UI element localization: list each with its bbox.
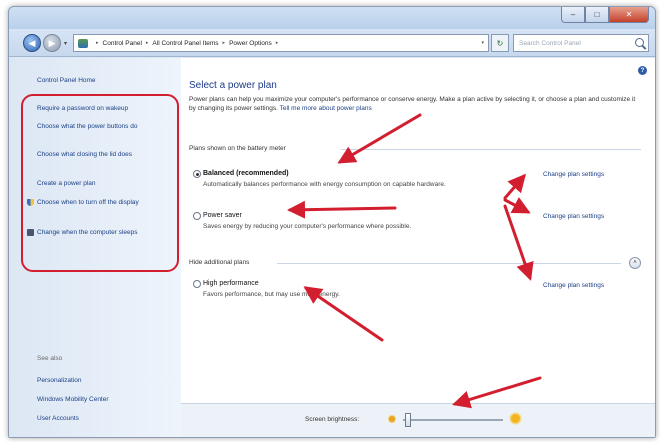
forward-button[interactable]: ▶ (43, 34, 61, 52)
close-button[interactable]: ✕ (609, 7, 649, 23)
see-also-mobility-center[interactable]: Windows Mobility Center (37, 395, 169, 404)
dim-brightness-icon (389, 416, 395, 422)
search-input[interactable]: Search Control Panel (513, 34, 649, 52)
power-options-window: – □ ✕ ◀ ▶ ▾ ▸ Control Panel ▸ All Contro… (8, 6, 656, 438)
battery-meter-section-heading: Plans shown on the battery meter (189, 145, 286, 152)
breadcrumb-separator: ▸ (275, 40, 279, 46)
annotation-highlight-box (21, 94, 179, 272)
control-panel-home-link[interactable]: Control Panel Home (37, 76, 169, 85)
brightness-slider-thumb[interactable] (405, 413, 411, 427)
plan-power-saver-radio[interactable] (193, 212, 201, 220)
breadcrumb-power-options[interactable]: Power Options (229, 40, 272, 47)
breadcrumb-separator: ▸ (222, 40, 226, 46)
plan-power-saver-name: Power saver (203, 212, 242, 219)
collapse-additional-plans-button[interactable]: ˄ (629, 257, 641, 269)
page-title: Select a power plan (189, 80, 277, 91)
recent-pages-dropdown[interactable]: ▾ (64, 40, 67, 47)
see-also-user-accounts[interactable]: User Accounts (37, 414, 169, 423)
screen-brightness-label: Screen brightness: (305, 416, 360, 423)
title-bar: – □ ✕ (9, 7, 655, 29)
address-bar[interactable]: ▸ Control Panel ▸ All Control Panel Item… (73, 34, 489, 52)
breadcrumb-control-panel[interactable]: Control Panel (103, 40, 142, 47)
intro-text: Power plans can help you maximize your c… (189, 95, 641, 113)
plan-high-performance[interactable]: High performance Favors performance, but… (193, 280, 340, 298)
plan-power-saver[interactable]: Power saver Saves energy by reducing you… (193, 212, 412, 230)
plan-power-saver-desc: Saves energy by reducing your computer's… (203, 223, 412, 230)
refresh-button[interactable]: ↻ (491, 34, 509, 52)
plan-high-performance-radio[interactable] (193, 280, 201, 288)
brightness-slider-track[interactable] (403, 419, 503, 421)
task-pane: Control Panel Home Require a password on… (9, 58, 181, 437)
address-row: ◀ ▶ ▾ ▸ Control Panel ▸ All Control Pane… (9, 29, 655, 57)
change-plan-settings-power-saver[interactable]: Change plan settings (543, 213, 604, 220)
section-divider (277, 263, 621, 264)
plan-balanced-name: Balanced (recommended) (203, 170, 289, 177)
control-panel-icon (78, 38, 88, 48)
change-plan-settings-high-performance[interactable]: Change plan settings (543, 282, 604, 289)
change-plan-settings-balanced[interactable]: Change plan settings (543, 171, 604, 178)
search-placeholder: Search Control Panel (519, 39, 581, 47)
breadcrumb-separator: ▸ (96, 40, 99, 46)
section-divider (341, 149, 641, 150)
plan-balanced-desc: Automatically balances performance with … (203, 181, 446, 188)
see-also-personalization[interactable]: Personalization (37, 376, 169, 385)
main-content: ? Select a power plan Power plans can he… (181, 58, 655, 437)
tell-me-more-link[interactable]: Tell me more about power plans (280, 105, 372, 112)
brightness-bar: Screen brightness: (181, 403, 655, 437)
see-also-heading: See also (37, 355, 63, 362)
plan-high-performance-desc: Favors performance, but may use more ene… (203, 291, 340, 298)
additional-plans-heading[interactable]: Hide additional plans (189, 259, 249, 266)
breadcrumb-separator: ▸ (145, 40, 149, 46)
help-icon[interactable]: ? (638, 66, 647, 75)
maximize-button[interactable]: □ (585, 7, 609, 23)
bright-brightness-icon (511, 414, 520, 423)
intro-body: Power plans can help you maximize your c… (189, 96, 636, 112)
minimize-button[interactable]: – (561, 7, 585, 23)
search-icon[interactable] (635, 38, 644, 47)
chevron-down-icon[interactable]: ▾ (481, 40, 484, 46)
caption-buttons: – □ ✕ (561, 7, 649, 23)
plan-balanced-radio[interactable] (193, 170, 201, 178)
back-button[interactable]: ◀ (23, 34, 41, 52)
plan-balanced[interactable]: Balanced (recommended) Automatically bal… (193, 170, 446, 188)
breadcrumb-all-items[interactable]: All Control Panel Items (152, 40, 218, 47)
plan-high-performance-name: High performance (203, 280, 259, 287)
